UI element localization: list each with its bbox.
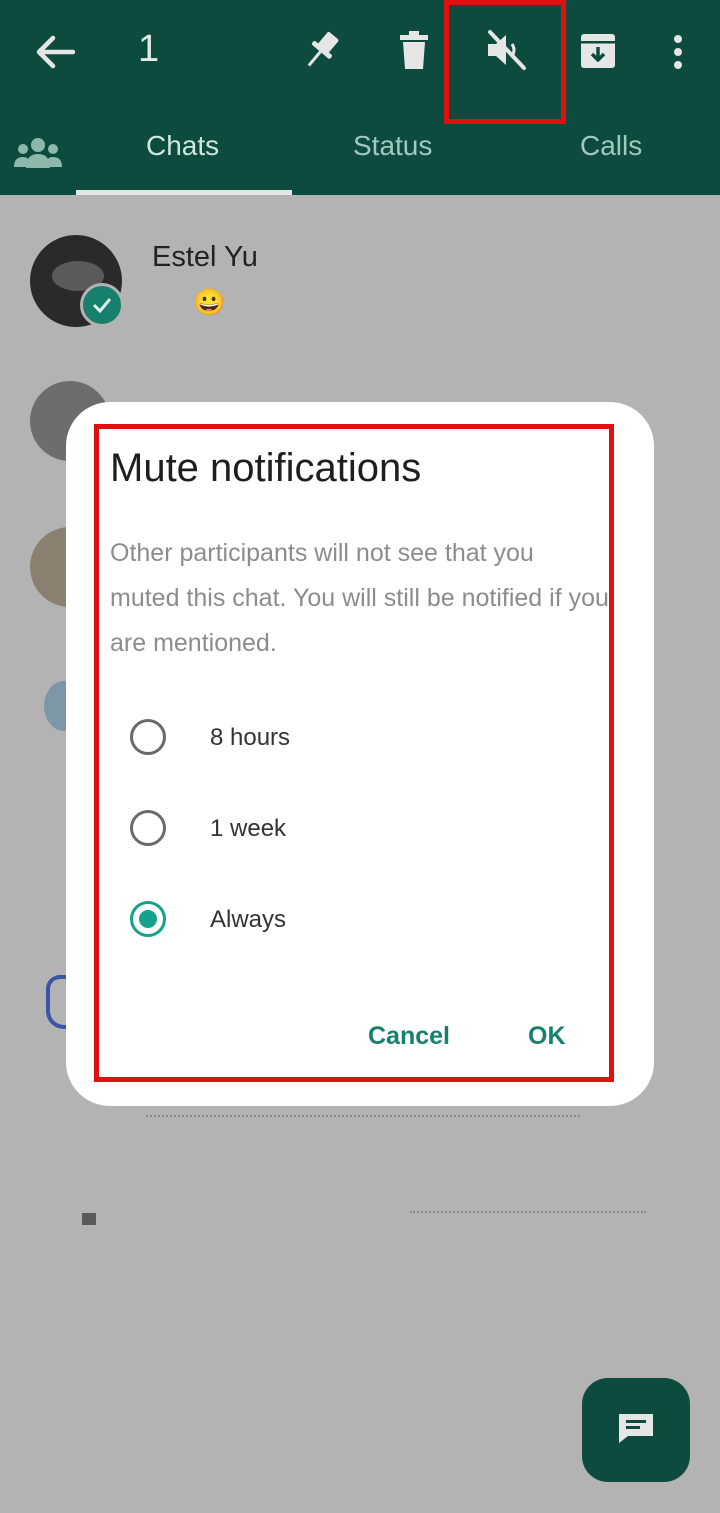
dialog-highlight-box [94,424,614,1082]
encryption-lock-icon [82,1213,96,1225]
ok-button[interactable]: OK [528,1022,566,1051]
radio-1-week[interactable] [130,810,166,846]
dialog-message: Other participants will not see that you… [110,539,609,657]
more-vert-icon[interactable] [664,30,692,74]
chat-name[interactable]: Estel Yu [152,241,258,274]
archive-icon[interactable] [576,28,620,74]
selected-check-icon [80,283,124,327]
delete-icon[interactable] [392,26,436,76]
dialog-title: Mute notifications [110,446,422,490]
radio-label-8-hours[interactable]: 8 hours [210,724,290,752]
top-app-bar: 1 Chats Status Calls [0,0,720,195]
radio-always[interactable] [130,901,166,937]
new-chat-icon [616,1411,656,1450]
mute-highlight-box [444,0,566,124]
cancel-button[interactable]: Cancel [368,1022,450,1051]
back-arrow-icon[interactable] [30,30,80,74]
community-icon[interactable] [14,136,62,175]
radio-label-1-week[interactable]: 1 week [210,815,286,843]
list-item [146,1115,580,1127]
tab-chats[interactable]: Chats [146,130,219,162]
tab-status[interactable]: Status [353,130,432,162]
selected-count: 1 [138,28,160,70]
list-item [410,1211,646,1223]
pin-icon[interactable] [296,26,346,76]
radio-8-hours[interactable] [130,719,166,755]
new-chat-button[interactable] [582,1378,690,1482]
radio-label-always[interactable]: Always [210,906,286,934]
chat-preview-emoji: 😀 [193,287,226,317]
tab-calls[interactable]: Calls [580,130,642,162]
